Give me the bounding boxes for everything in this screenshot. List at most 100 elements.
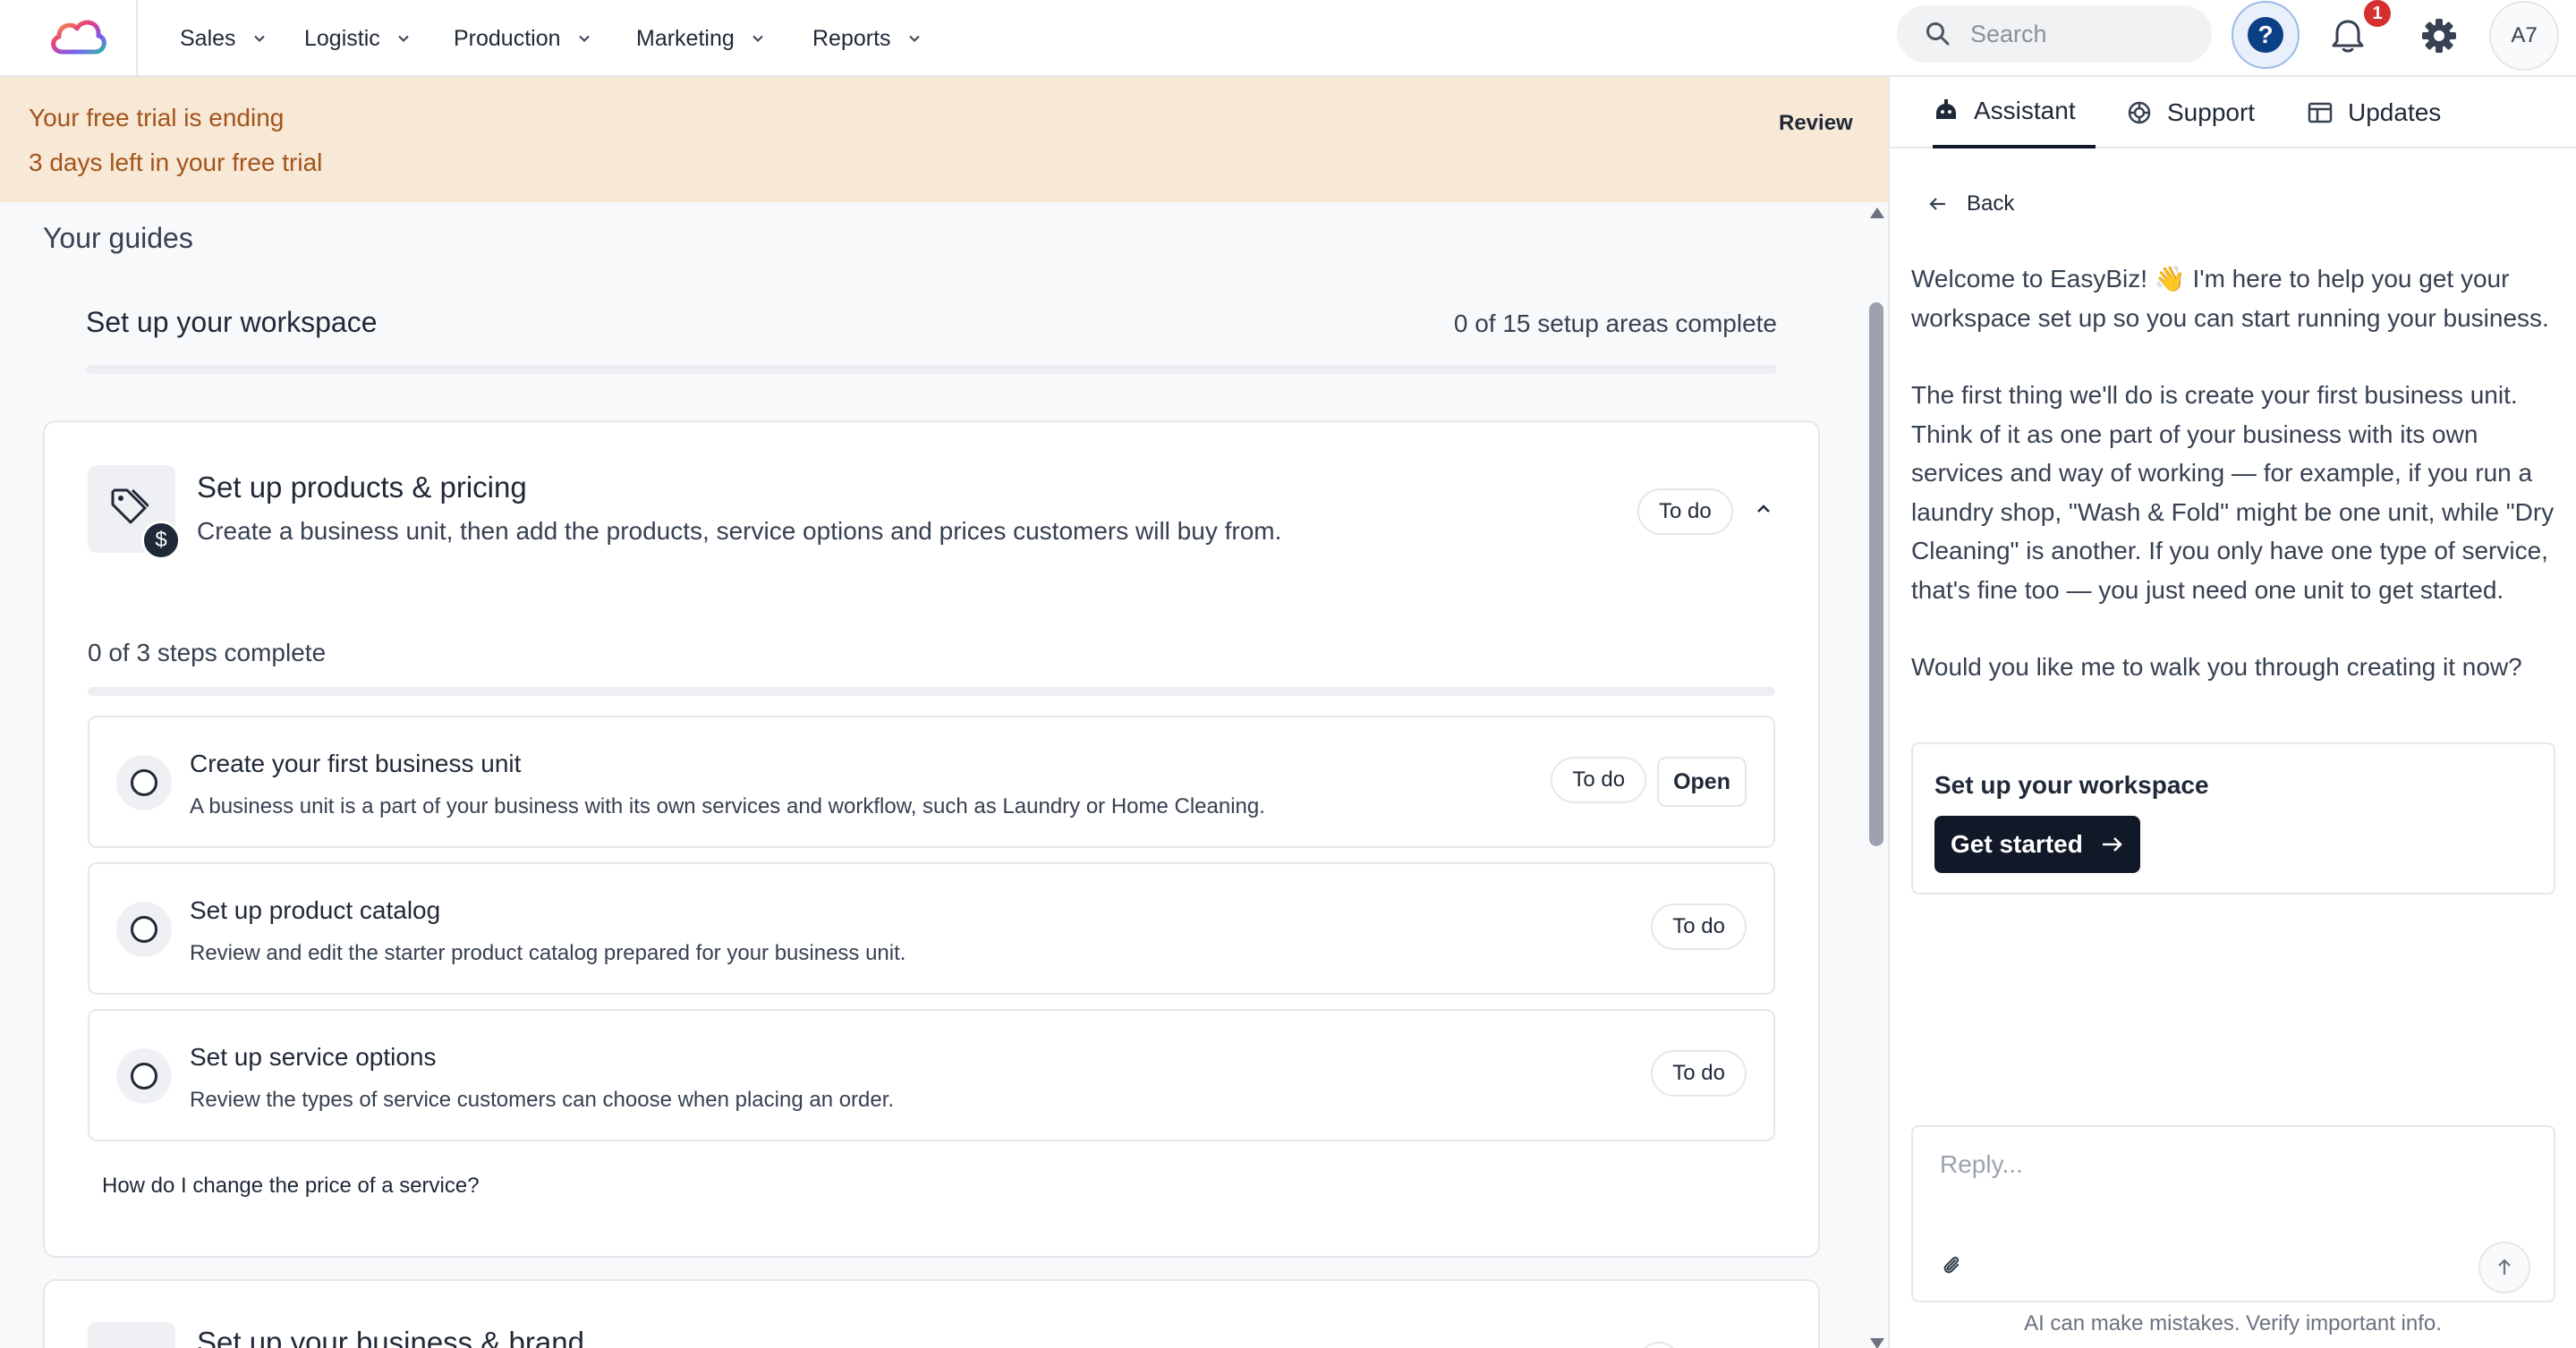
guide-card-title: Set up your business & brand — [197, 1326, 584, 1348]
chevron-up-icon[interactable] — [1750, 496, 1777, 522]
tab-support-label: Support — [2167, 98, 2256, 126]
back-button[interactable]: Back — [1927, 191, 2014, 216]
step-status-badge: To do — [1651, 1050, 1747, 1097]
step-create-business-unit[interactable]: Create your first business unit A busine… — [88, 716, 1775, 848]
step-title: Create your first business unit — [190, 750, 522, 777]
workspace-progress-bar — [86, 365, 1777, 374]
scroll-down-arrow-icon[interactable] — [1870, 1338, 1884, 1348]
chevron-down-icon — [253, 35, 265, 42]
top-navigation-bar: Sales Logistic Production Marketing Repo… — [0, 0, 2576, 77]
ai-disclaimer: AI can make mistakes. Verify important i… — [2024, 1311, 2442, 1335]
nav-logistic-label: Logistic — [304, 25, 380, 51]
step-title: Set up product catalog — [190, 896, 441, 924]
action-card-title: Set up your workspace — [1934, 771, 2209, 799]
guide-card-business-brand[interactable]: Set up your business & brand — [43, 1279, 1820, 1348]
trial-banner-subtitle: 3 days left in your free trial — [29, 148, 323, 176]
guide-card-products-pricing: $ Set up products & pricing Create a bus… — [43, 420, 1820, 1258]
nav-reports-menu[interactable]: Reports — [812, 20, 922, 57]
tab-assistant[interactable]: Assistant — [1933, 77, 2096, 148]
workspace-action-card: Set up your workspace Get started — [1911, 742, 2555, 894]
scrollbar-thumb[interactable] — [1869, 302, 1883, 846]
step-radio[interactable] — [116, 902, 172, 957]
trial-review-button[interactable]: Review — [1779, 111, 1853, 136]
nav-marketing-menu[interactable]: Marketing — [636, 20, 765, 57]
workspace-progress-text: 0 of 15 setup areas complete — [1453, 309, 1777, 337]
nav-production-label: Production — [454, 25, 561, 51]
nav-logistic-menu[interactable]: Logistic — [304, 20, 411, 57]
nav-marketing-label: Marketing — [636, 25, 735, 51]
arrow-right-icon — [2102, 837, 2122, 852]
tab-assistant-label: Assistant — [1974, 97, 2076, 124]
step-description: A business unit is a part of your busine… — [190, 794, 1265, 818]
tab-updates[interactable]: Updates — [2307, 77, 2441, 148]
nav-sales-label: Sales — [180, 25, 236, 51]
step-radio[interactable] — [116, 1048, 172, 1104]
tab-support[interactable]: Support — [2126, 77, 2255, 148]
assistant-icon — [1936, 99, 1956, 119]
search-input[interactable] — [1970, 20, 2203, 48]
arrow-left-icon — [1929, 198, 1945, 210]
step-radio[interactable] — [116, 755, 172, 810]
help-button[interactable]: ? — [2232, 1, 2300, 69]
step-service-options[interactable]: Set up service options Review the types … — [88, 1009, 1775, 1141]
guides-heading: Your guides — [43, 222, 193, 254]
assistant-message-paragraph: The first thing we'll do is create your … — [1911, 381, 2555, 604]
trial-banner-title: Your free trial is ending — [29, 104, 285, 131]
panel-tabs: Assistant Support Updates — [1890, 77, 2576, 148]
step-actions: To do — [1651, 1050, 1747, 1097]
assistant-side-panel: Assistant Support Updates Back Welcome t… — [1888, 77, 2576, 1348]
send-button[interactable] — [2478, 1242, 2530, 1293]
chevron-down-icon — [752, 35, 763, 42]
guide-card-description: Create a business unit, then add the pro… — [197, 517, 1282, 545]
updates-icon — [2308, 102, 2333, 123]
step-status-badge: To do — [1651, 903, 1747, 950]
step-open-button[interactable]: Open — [1657, 757, 1747, 807]
help-question-icon: ? — [2248, 17, 2283, 53]
step-actions: To do — [1651, 903, 1747, 950]
step-description: Review and edit the starter product cata… — [190, 941, 906, 965]
price-tag-icon — [111, 488, 149, 524]
get-started-button[interactable]: Get started — [1934, 816, 2140, 873]
get-started-label: Get started — [1951, 830, 2083, 858]
assistant-message-paragraph: Would you like me to walk you through cr… — [1911, 653, 2522, 681]
guides-main-area: Your guides Set up your workspace 0 of 1… — [0, 202, 1888, 1348]
support-icon — [2128, 101, 2151, 124]
business-brand-icon-tile — [88, 1322, 175, 1348]
app-logo-cloud-icon[interactable] — [47, 13, 109, 59]
step-product-catalog[interactable]: Set up product catalog Review and edit t… — [88, 862, 1775, 995]
settings-gear-icon[interactable] — [2419, 16, 2459, 55]
nav-sales-menu[interactable]: Sales — [180, 20, 267, 57]
search-icon — [1926, 22, 1950, 46]
assistant-message: Welcome to EasyBiz! 👋 I'm here to help y… — [1911, 259, 2555, 687]
step-actions: To do Open — [1551, 757, 1747, 807]
logo-divider — [136, 0, 138, 77]
guide-card-status-badge — [1637, 1342, 1680, 1348]
nav-reports-label: Reports — [812, 25, 891, 51]
scroll-up-arrow-icon[interactable] — [1870, 208, 1884, 218]
attachment-paperclip-icon[interactable] — [1938, 1252, 1965, 1279]
steps-progress-bar — [88, 687, 1775, 696]
dollar-badge-icon: $ — [141, 521, 181, 560]
steps-progress-text: 0 of 3 steps complete — [88, 639, 327, 666]
notification-bell-icon[interactable] — [2328, 16, 2368, 55]
guide-card-status-badge: To do — [1637, 488, 1733, 535]
main-scrollbar[interactable] — [1866, 202, 1888, 1348]
chevron-down-icon — [398, 35, 409, 42]
products-pricing-icon-tile: $ — [88, 465, 181, 560]
faq-link-change-price[interactable]: How do I change the price of a service? — [102, 1174, 480, 1199]
step-title: Set up service options — [190, 1043, 437, 1071]
notification-count-badge: 1 — [2364, 0, 2391, 27]
tab-updates-label: Updates — [2348, 98, 2442, 126]
chevron-down-icon — [578, 35, 590, 42]
nav-production-menu[interactable]: Production — [454, 20, 591, 57]
arrow-up-icon — [2498, 1259, 2511, 1275]
workspace-setup-title: Set up your workspace — [86, 306, 378, 338]
back-label: Back — [1967, 191, 2015, 216]
step-description: Review the types of service customers ca… — [190, 1088, 895, 1112]
global-search[interactable] — [1897, 5, 2212, 63]
reply-composer — [1911, 1125, 2555, 1302]
user-avatar[interactable]: A7 — [2489, 1, 2559, 71]
chevron-down-icon — [908, 35, 920, 42]
step-status-badge: To do — [1551, 757, 1647, 803]
reply-input[interactable] — [1940, 1150, 2512, 1195]
